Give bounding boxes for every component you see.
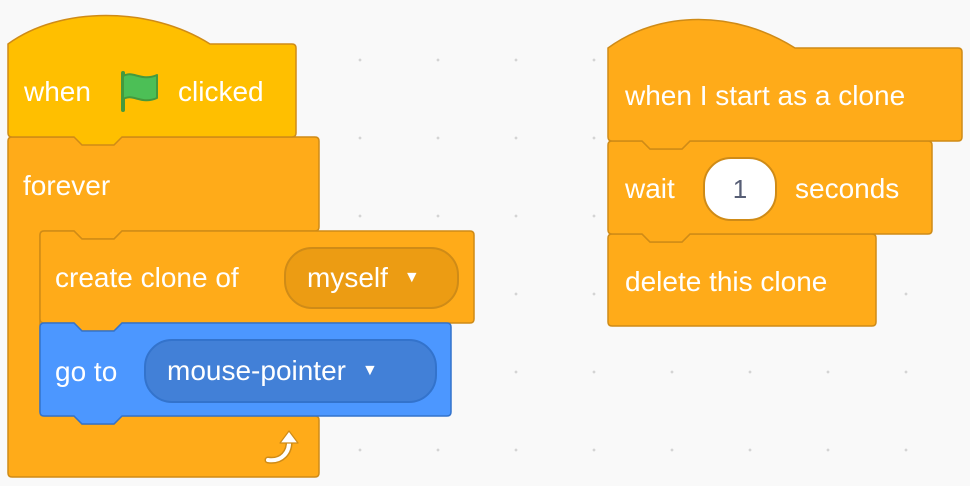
go-to-label: go to xyxy=(55,356,118,387)
clone-hat-label: when I start as a clone xyxy=(625,80,906,111)
go-to-target-dropdown[interactable]: mouse-pointer ▼ xyxy=(144,339,437,403)
delete-clone-label: delete this clone xyxy=(625,266,828,297)
dropdown-arrow-icon: ▼ xyxy=(361,362,378,379)
wait-seconds-value: 1 xyxy=(732,173,748,204)
create-clone-label: create clone of xyxy=(55,262,239,293)
hat-when-label: when xyxy=(24,76,91,107)
dropdown-arrow-icon: ▼ xyxy=(403,269,420,286)
wait-label: wait xyxy=(625,173,675,204)
forever-label: forever xyxy=(23,170,111,201)
go-to-target-value: mouse-pointer xyxy=(167,355,346,386)
clone-target-value: myself xyxy=(307,262,388,293)
hat-clicked-label: clicked xyxy=(178,76,264,107)
seconds-label: seconds xyxy=(795,173,900,204)
wait-seconds-input[interactable]: 1 xyxy=(703,157,777,221)
clone-target-dropdown[interactable]: myself ▼ xyxy=(284,247,459,309)
script-canvas xyxy=(7,14,963,478)
